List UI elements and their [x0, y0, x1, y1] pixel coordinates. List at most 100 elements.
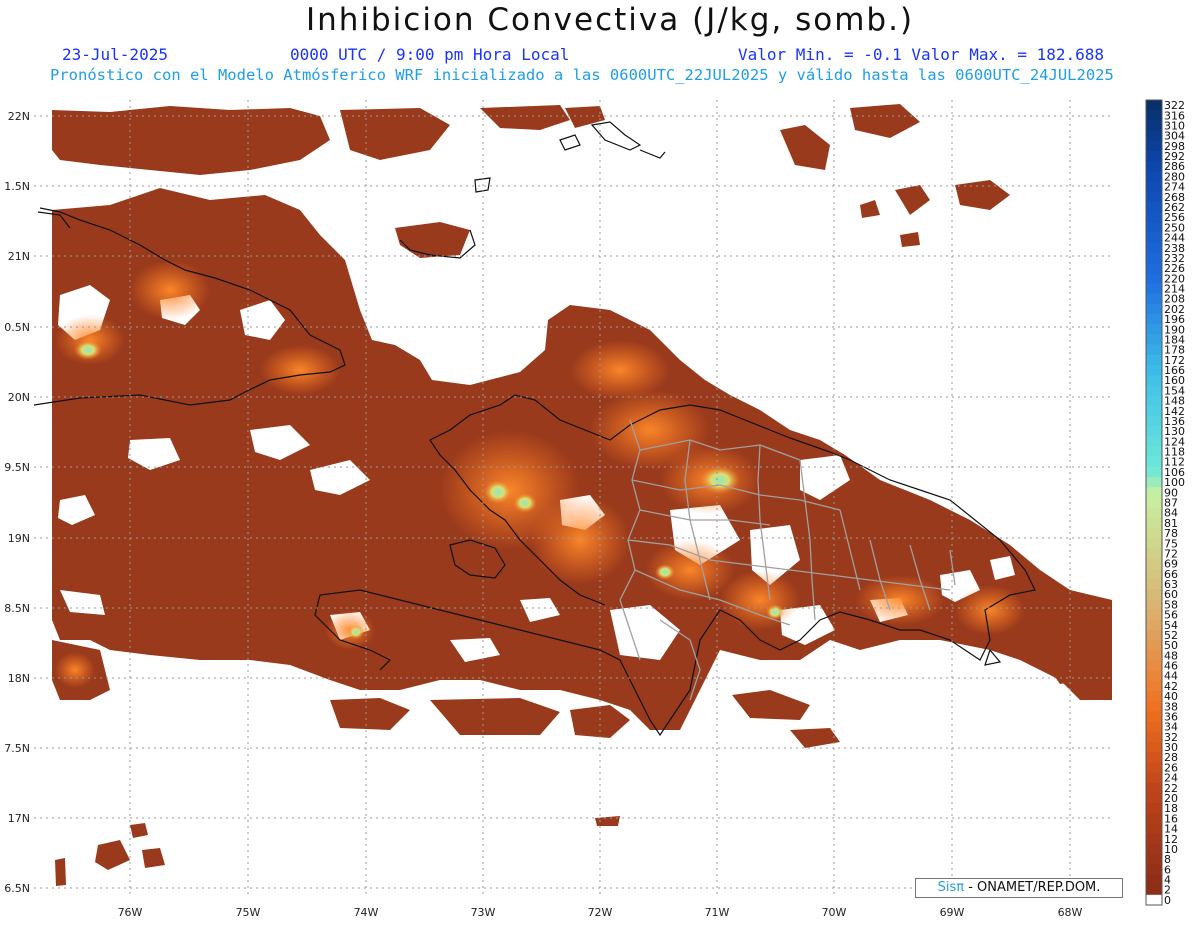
colorbar-cell [1146, 222, 1162, 233]
colorbar-cell [1146, 874, 1162, 886]
colorbar-cell [1146, 446, 1162, 458]
colorbar-cell [1146, 201, 1162, 213]
colorbar-cell [1146, 680, 1162, 692]
colorbar-cell [1146, 833, 1162, 845]
colorbar-cell [1146, 466, 1162, 478]
colorbar-cell [1146, 293, 1162, 305]
colorbar-cell [1146, 701, 1162, 712]
colorbar-cell [1146, 130, 1162, 142]
colorbar-cell [1146, 375, 1162, 386]
colorbar-cell [1146, 894, 1162, 906]
colorbar-cell [1146, 517, 1162, 529]
colorbar-cell [1146, 864, 1162, 875]
colorbar-cell [1146, 456, 1162, 468]
lon-label: 73W [471, 906, 496, 919]
colorbar-cell [1146, 589, 1162, 600]
colorbar-cell [1146, 741, 1162, 753]
lat-label: 17N [8, 812, 30, 825]
colorbar-cell [1146, 191, 1162, 203]
colorbar-cell [1146, 752, 1162, 763]
colorbar-cell [1146, 711, 1162, 723]
colorbar-cell [1146, 354, 1162, 366]
colorbar-cell [1146, 792, 1162, 804]
lon-label: 71W [705, 906, 730, 919]
lat-label: 18N [8, 672, 30, 685]
lat-label: 21N [8, 250, 30, 263]
credit-text: - ONAMET/REP.DOM. [964, 880, 1101, 895]
colorbar-cell [1146, 813, 1162, 824]
colorbar-cell [1146, 507, 1162, 519]
colorbar-cell [1146, 232, 1162, 244]
colorbar-cell [1146, 568, 1162, 580]
colorbar-cell [1146, 823, 1162, 835]
lat-label: 6.5N [4, 882, 30, 895]
lat-label: 8.5N [4, 602, 30, 615]
colorbar-cell [1146, 385, 1162, 397]
lon-label: 76W [118, 906, 143, 919]
colorbar-cell [1146, 660, 1162, 672]
lat-labels: 22N 1.5N 21N 0.5N 20N 9.5N 19N 8.5N 18N … [4, 110, 30, 895]
colorbar-cell [1146, 548, 1162, 560]
lon-label: 69W [940, 906, 965, 919]
colorbar-cell [1146, 100, 1162, 111]
colorbar-cell [1146, 609, 1162, 621]
lat-label: 9.5N [4, 461, 30, 474]
colorbar-cell [1146, 273, 1162, 284]
colorbar-cell [1146, 364, 1162, 376]
colorbar-cell [1146, 161, 1162, 172]
colorbar-cell [1146, 650, 1162, 661]
colorbar-label: 0 [1164, 894, 1171, 907]
colorbar-cell [1146, 772, 1162, 784]
colorbar-cell [1146, 334, 1162, 346]
lat-label: 20N [8, 391, 30, 404]
colorbar-cell [1146, 436, 1162, 447]
colorbar-cell [1146, 782, 1162, 794]
colorbar-cell [1146, 181, 1162, 193]
colorbar-cell [1146, 344, 1162, 356]
lon-labels: 76W 75W 74W 73W 72W 71W 70W 69W 68W [118, 906, 1083, 919]
colorbar-cell [1146, 527, 1162, 539]
colorbar-cell [1146, 120, 1162, 132]
lon-label: 68W [1058, 906, 1083, 919]
colorbar-cell [1146, 324, 1162, 335]
lon-label: 75W [236, 906, 261, 919]
colorbar-cell [1146, 538, 1162, 549]
lon-label: 74W [354, 906, 379, 919]
cin-field [52, 104, 1112, 886]
colorbar-cell [1146, 619, 1162, 631]
colorbar-cell [1146, 731, 1162, 743]
colorbar-cell [1146, 691, 1162, 702]
colorbar-cell [1146, 477, 1162, 488]
colorbar: 3223163103042982922862802742682622562502… [1145, 99, 1185, 907]
lat-label: 22N [8, 110, 30, 123]
colorbar-cell [1146, 558, 1162, 570]
colorbar-cell [1146, 803, 1162, 814]
colorbar-cell [1146, 843, 1162, 855]
lat-label: 7.5N [4, 742, 30, 755]
colorbar-cell [1146, 599, 1162, 610]
colorbar-cell [1146, 884, 1162, 896]
lon-label: 70W [822, 906, 847, 919]
colorbar-cell [1146, 854, 1162, 865]
colorbar-cell [1146, 426, 1162, 437]
forecast-map: 22N 1.5N 21N 0.5N 20N 9.5N 19N 8.5N 18N … [4, 99, 1185, 919]
colorbar-cell [1146, 140, 1162, 152]
colorbar-cell [1146, 415, 1162, 427]
lat-label: 1.5N [4, 180, 30, 193]
colorbar-cell [1146, 303, 1162, 315]
colorbar-cell [1146, 313, 1162, 325]
lat-label: 19N [8, 532, 30, 545]
lon-label: 72W [588, 906, 613, 919]
colorbar-cell [1146, 263, 1162, 274]
credit-brand: Sisπ [937, 880, 965, 895]
colorbar-cell [1146, 212, 1162, 223]
colorbar-cell [1146, 578, 1162, 590]
colorbar-cell [1146, 629, 1162, 641]
colorbar-cell [1146, 497, 1162, 509]
colorbar-cell [1146, 640, 1162, 651]
credit-box: Sisπ - ONAMET/REP.DOM. [915, 878, 1123, 898]
colorbar-cell [1146, 487, 1162, 498]
colorbar-cell [1146, 721, 1162, 733]
colorbar-cell [1146, 150, 1162, 162]
colorbar-cell [1146, 252, 1162, 264]
